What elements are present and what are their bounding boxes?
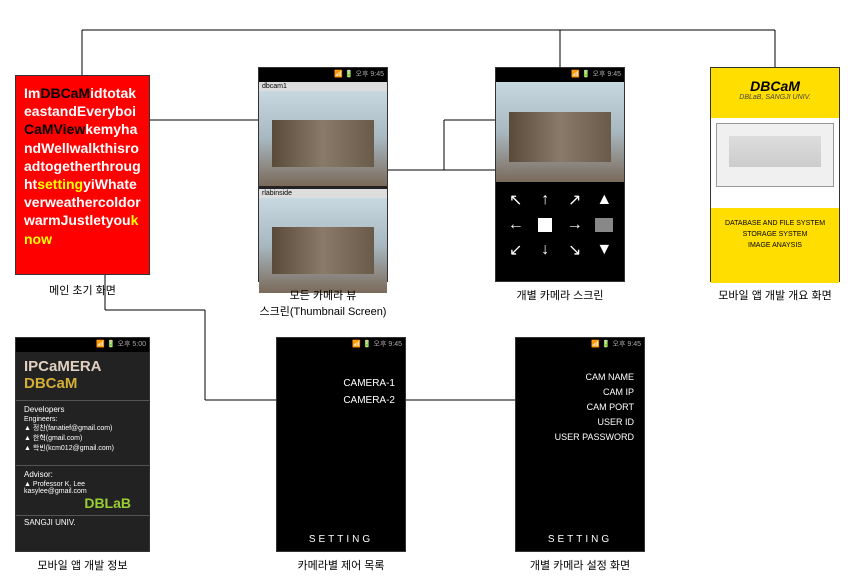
dev-line-3: ▲ 학빈(kcm012@gmail.com) — [24, 443, 141, 453]
stop-icon[interactable] — [538, 218, 552, 232]
overview-diagram — [711, 118, 839, 208]
arrow-down-right-icon[interactable]: ↘ — [568, 240, 581, 260]
setting-cam-name[interactable]: CAM NAME — [526, 372, 634, 382]
main-screen-label: 메인 초기 화면 — [15, 282, 150, 298]
individual-camera-label: 개별 카메라 스크린 — [495, 287, 625, 303]
overview-line-2: STORAGE SYSTEM — [719, 231, 831, 238]
setting-user-id[interactable]: USER ID — [526, 417, 634, 427]
info-screen-label: 모바일 앱 개발 정보 — [15, 557, 150, 573]
cam1-label: dbcam1 — [259, 82, 387, 91]
overview-footer: DATABASE AND FILE SYSTEM STORAGE SYSTEM … — [711, 208, 839, 283]
overview-screen-label: 모바일 앱 개발 개요 화면 — [700, 287, 850, 303]
arrow-up-bold-icon[interactable]: ▲ — [596, 191, 612, 209]
settings-screen: 📶 🔋 오후 9:45 CAM NAME CAM IP CAM PORT USE… — [515, 337, 645, 552]
status-bar: 📶 🔋 오후 9:45 — [516, 338, 644, 352]
dev-line-2: ▲ 한혁(gmail.com) — [24, 433, 141, 443]
arrow-down-icon[interactable]: ↓ — [541, 241, 549, 259]
arrow-down-left-icon[interactable]: ↙ — [509, 240, 522, 260]
arrow-up-right-icon[interactable]: ↗ — [568, 190, 581, 210]
ptz-control-grid: ↖ ↑ ↗ ▲ ← → ↙ ↓ ↘ ▼ — [496, 182, 624, 268]
main-screen: ImDBCaMidtotakeastandEveryboiCaMViewkemy… — [15, 75, 150, 275]
camera-list-item-1[interactable]: CAMERA-1 — [287, 378, 395, 389]
camera-thumbnail-2[interactable] — [259, 198, 387, 293]
home-icon[interactable] — [595, 218, 613, 232]
advisor-section: Advisor: ▲ Professor K. Lee kasylee@gmai… — [16, 465, 149, 515]
ctrl-list-label: 카메라별 제어 목록 — [276, 557, 406, 573]
status-bar: 📶 🔋 오후 9:45 — [277, 338, 405, 352]
setting-button[interactable]: SETTING — [277, 528, 405, 551]
camera-control-list: 📶 🔋 오후 9:45 CAMERA-1 CAMERA-2 SETTING — [276, 337, 406, 552]
dblab-logo: DBLaB — [24, 495, 141, 511]
arrow-up-icon[interactable]: ↑ — [541, 191, 549, 209]
developers-section: Developers Engineers: ▲ 정찬(fanatief@gmai… — [16, 400, 149, 457]
info-title: IPCaMERA — [16, 352, 149, 375]
overview-header: DBCaM DBLaB, SANGJI UNIV. — [711, 68, 839, 118]
thumbnail-screen-label: 모든 카메라 뷰 스크린(Thumbnail Screen) — [238, 287, 408, 319]
dev-line-1: ▲ 정찬(fanatief@gmail.com) — [24, 423, 141, 433]
camera-live-view — [496, 82, 624, 182]
main-text: ImDBCaMidtotakeastandEveryboiCaMViewkemy… — [24, 85, 141, 247]
info-screen: 📶 🔋 오후 5:00 IPCaMERA DBCaM Developers En… — [15, 337, 150, 552]
setting-cam-port[interactable]: CAM PORT — [526, 402, 634, 412]
arrow-left-icon[interactable]: ← — [508, 216, 524, 234]
arrow-up-left-icon[interactable]: ↖ — [509, 190, 522, 210]
adv-line-2: kasylee@gmail.com — [24, 488, 141, 495]
settings-screen-label: 개별 카메라 설정 화면 — [515, 557, 645, 573]
status-bar: 📶 🔋 오후 9:45 — [259, 68, 387, 82]
individual-camera-screen: 📶 🔋 오후 9:45 ↖ ↑ ↗ ▲ ← → ↙ ↓ ↘ ▼ — [495, 67, 625, 282]
status-bar: 📶 🔋 오후 5:00 — [16, 338, 149, 352]
setting-button[interactable]: SETTING — [516, 528, 644, 551]
setting-user-password[interactable]: USER PASSWORD — [526, 432, 634, 442]
status-bar: 📶 🔋 오후 9:45 — [496, 68, 624, 82]
arrow-down-bold-icon[interactable]: ▼ — [596, 241, 612, 259]
camera-thumbnail-1[interactable] — [259, 91, 387, 186]
overview-title: DBCaM — [711, 78, 839, 94]
cam2-label: rlabinside — [259, 189, 387, 198]
camera-list-item-2[interactable]: CAMERA-2 — [287, 395, 395, 406]
overview-screen: DBCaM DBLaB, SANGJI UNIV. DATABASE AND F… — [710, 67, 840, 282]
setting-cam-ip[interactable]: CAM IP — [526, 387, 634, 397]
adv-line-1: ▲ Professor K. Lee — [24, 481, 141, 488]
overview-line-1: DATABASE AND FILE SYSTEM — [719, 220, 831, 227]
overview-line-3: IMAGE ANAYSIS — [719, 242, 831, 249]
university-name: SANGJI UNIV. — [16, 515, 149, 529]
arrow-right-icon[interactable]: → — [567, 216, 583, 234]
overview-subtitle: DBLaB, SANGJI UNIV. — [711, 94, 839, 101]
info-brand: DBCaM — [16, 375, 149, 392]
thumbnail-screen: 📶 🔋 오후 9:45 dbcam1 rlabinside — [258, 67, 388, 282]
